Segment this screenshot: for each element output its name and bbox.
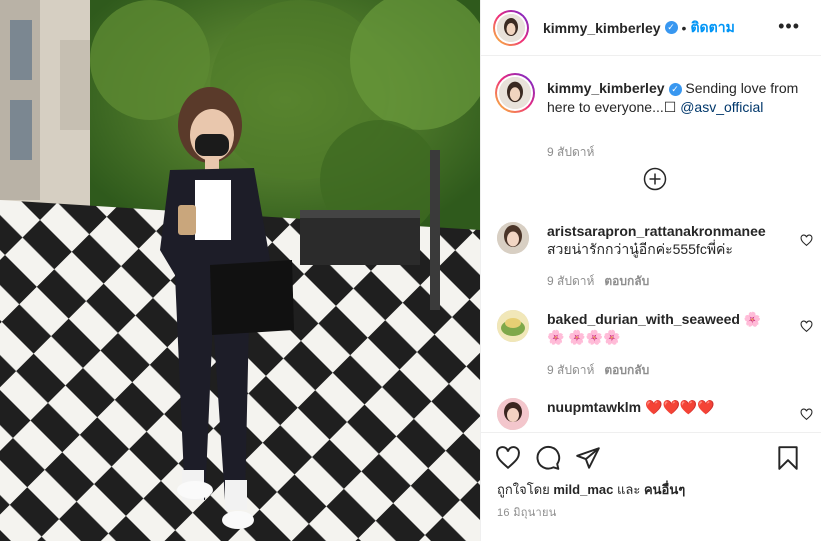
comment-username[interactable]: aristsarapron_rattanakronmanee xyxy=(547,222,777,240)
comment-meta: 9 สัปดาห์ ตอบกลับ xyxy=(547,272,659,291)
heart-icon[interactable] xyxy=(495,445,521,471)
caption-avatar-ring[interactable] xyxy=(495,73,535,113)
verified-badge-icon: ✓ xyxy=(664,21,678,34)
likes-others-link[interactable]: คนอื่นๆ xyxy=(644,482,685,497)
post-image xyxy=(0,0,480,541)
caption-timestamp[interactable]: 9 สัปดาห์ xyxy=(547,143,594,162)
likes-summary: ถูกใจโดย mild_mac และ คนอื่นๆ xyxy=(497,479,685,500)
author-avatar-ring[interactable] xyxy=(493,9,529,46)
heart-icon[interactable] xyxy=(800,320,813,333)
heart-icon[interactable] xyxy=(800,234,813,247)
reply-button[interactable]: ตอบกลับ xyxy=(604,363,649,377)
likes-prefix: ถูกใจโดย xyxy=(497,482,550,497)
separator-dot: • xyxy=(681,19,687,36)
follow-button[interactable]: ติดตาม xyxy=(690,17,734,39)
comment-body: nuupmtawklm ❤️❤️❤️❤️ xyxy=(547,398,777,416)
likes-user-link[interactable]: mild_mac xyxy=(553,482,613,497)
author-username[interactable]: kimmy_kimberley xyxy=(543,20,661,36)
commenter-avatar[interactable] xyxy=(497,398,529,430)
comment-meta: 9 สัปดาห์ ตอบกลับ xyxy=(547,361,659,380)
caption-text: kimmy_kimberley ✓ Sending love from here … xyxy=(547,79,817,117)
comment-timestamp[interactable]: 9 สัปดาห์ xyxy=(547,274,594,288)
post-header: kimmy_kimberley ✓ • ติดตาม ••• xyxy=(481,0,821,56)
likes-conj: และ xyxy=(616,482,641,497)
comment-timestamp[interactable]: 9 สัปดาห์ xyxy=(547,363,594,377)
more-options-icon[interactable]: ••• xyxy=(778,16,800,37)
comment-text: ❤️❤️❤️❤️ xyxy=(645,399,715,415)
caption-mention-link[interactable]: @asv_official xyxy=(680,99,763,115)
caption-username[interactable]: kimmy_kimberley xyxy=(547,80,665,96)
author-avatar xyxy=(497,13,525,42)
post-actions: ถูกใจโดย mild_mac และ คนอื่นๆ 16 มิถุนาย… xyxy=(481,432,821,541)
comment-icon[interactable] xyxy=(535,445,561,471)
reply-button[interactable]: ตอบกลับ xyxy=(604,274,649,288)
paper-plane-icon[interactable] xyxy=(575,445,601,471)
post-detail-panel: kimmy_kimberley ✓ • ติดตาม ••• kimmy_kim… xyxy=(480,0,821,541)
plus-circle-icon[interactable] xyxy=(643,167,667,191)
commenter-avatar[interactable] xyxy=(497,222,529,254)
heart-icon[interactable] xyxy=(800,408,813,421)
comment-body: aristsarapron_rattanakronmanee สวยน่ารัก… xyxy=(547,222,777,258)
comment-text-line: nuupmtawklm ❤️❤️❤️❤️ xyxy=(547,398,777,416)
caption-glyph: ☐ xyxy=(663,99,677,115)
comment-username[interactable]: nuupmtawklm xyxy=(547,399,641,415)
caption-avatar xyxy=(499,77,531,109)
verified-badge-icon: ✓ xyxy=(668,82,682,96)
post-photo[interactable] xyxy=(0,0,480,541)
post-date[interactable]: 16 มิถุนายน xyxy=(497,503,557,521)
comment-body: baked_durian_with_seaweed 🌸🌸 🌸🌸🌸 xyxy=(547,310,777,346)
comment-text-line: baked_durian_with_seaweed 🌸🌸 🌸🌸🌸 xyxy=(547,310,777,346)
bookmark-icon[interactable] xyxy=(775,445,801,471)
comments-list[interactable]: kimmy_kimberley ✓ Sending love from here … xyxy=(481,57,821,432)
comment-text: สวยน่ารักกว่านู๋อีกค่ะ555fcพี่ค่ะ xyxy=(547,241,733,257)
comment-username[interactable]: baked_durian_with_seaweed xyxy=(547,311,740,327)
commenter-avatar[interactable] xyxy=(497,310,529,342)
